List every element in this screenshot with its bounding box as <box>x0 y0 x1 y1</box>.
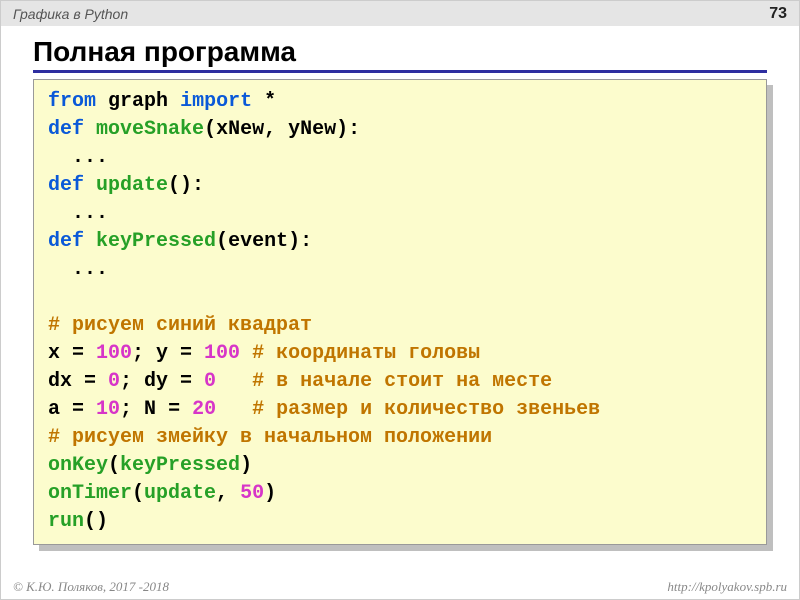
topbar-title: Графика в Python <box>13 6 128 22</box>
mod-name: graph <box>108 90 168 113</box>
code-text <box>216 398 252 421</box>
slide-root: Графика в Python 73 Полная программа fro… <box>0 0 800 600</box>
paren: ( <box>108 454 120 477</box>
kw-def: def <box>48 118 84 141</box>
code-content: from graph import * def moveSnake(xNew, … <box>33 79 767 545</box>
footer: © К.Ю. Поляков, 2017 -2018 http://kpolya… <box>1 579 799 595</box>
topbar: Графика в Python 73 <box>1 1 799 26</box>
code-text: ; y = <box>132 342 204 365</box>
num: 20 <box>192 398 216 421</box>
page-number: 73 <box>769 5 787 23</box>
arg-update: update <box>144 482 216 505</box>
call-parens: () <box>84 510 108 533</box>
code-text <box>240 342 252 365</box>
paren: ) <box>264 482 276 505</box>
sep: , <box>216 482 240 505</box>
num: 0 <box>204 370 216 393</box>
call-onTimer: onTimer <box>48 482 132 505</box>
footer-url: http://kpolyakov.spb.ru <box>667 579 787 595</box>
num: 0 <box>108 370 120 393</box>
num: 100 <box>204 342 240 365</box>
arg-keyPressed: keyPressed <box>120 454 240 477</box>
args: (): <box>168 174 204 197</box>
comment: # в начале стоит на месте <box>252 370 552 393</box>
import-star: * <box>264 90 276 113</box>
code-text <box>216 370 252 393</box>
paren: ( <box>132 482 144 505</box>
args: (xNew, yNew): <box>204 118 360 141</box>
call-onKey: onKey <box>48 454 108 477</box>
var-N: N <box>144 398 156 421</box>
ellipsis: ... <box>48 202 108 225</box>
code-block: from graph import * def moveSnake(xNew, … <box>33 79 767 545</box>
fn-moveSnake: moveSnake <box>96 118 204 141</box>
slide-title: Полная программа <box>33 36 767 73</box>
comment: # размер и количество звеньев <box>252 398 600 421</box>
comment: # рисуем синий квадрат <box>48 314 312 337</box>
fn-keyPressed: keyPressed <box>96 230 216 253</box>
kw-from: from <box>48 90 96 113</box>
ellipsis: ... <box>48 258 108 281</box>
kw-import: import <box>180 90 252 113</box>
ellipsis: ... <box>48 146 108 169</box>
code-text: dx = <box>48 370 108 393</box>
kw-def: def <box>48 174 84 197</box>
kw-def: def <box>48 230 84 253</box>
code-text: = <box>156 398 192 421</box>
paren: ) <box>240 454 252 477</box>
code-text: ; <box>120 398 144 421</box>
comment: # координаты головы <box>252 342 480 365</box>
code-text: ; dy = <box>120 370 204 393</box>
fn-update: update <box>96 174 168 197</box>
call-run: run <box>48 510 84 533</box>
num: 100 <box>96 342 132 365</box>
num: 10 <box>96 398 120 421</box>
args: (event): <box>216 230 312 253</box>
code-text: a = <box>48 398 96 421</box>
footer-copyright: © К.Ю. Поляков, 2017 -2018 <box>13 579 169 595</box>
comment: # рисуем змейку в начальном положении <box>48 426 492 449</box>
code-text: x = <box>48 342 96 365</box>
num: 50 <box>240 482 264 505</box>
